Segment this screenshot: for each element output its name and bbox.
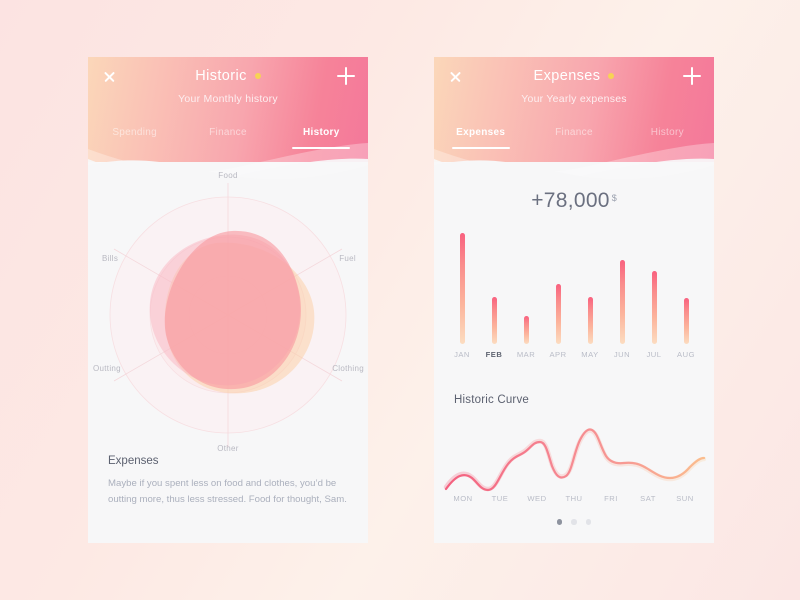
bar-label-feb: FEB [485, 350, 503, 359]
radar-axis-label-food: Food [218, 171, 238, 180]
historic-curve-title: Historic Curve [454, 394, 530, 406]
tab-finance-label: Finance [555, 127, 593, 138]
bar-label-may: MAY [581, 350, 599, 359]
bar-column-jan[interactable] [448, 227, 476, 344]
bar-label-aug: AUG [677, 350, 695, 359]
bar-feb [491, 297, 497, 344]
tab-expenses-label: Expenses [456, 127, 506, 138]
tab-finance[interactable]: Finance [527, 119, 620, 140]
bar-label-jan: JAN [454, 350, 470, 359]
bar-column-mar[interactable] [512, 227, 540, 344]
tab-history-label: History [303, 127, 340, 138]
bar-jan [459, 232, 465, 344]
page-subtitle: Your Monthly history [178, 93, 278, 105]
bar-chart-axis-labels: JAN FEB MAR APR MAY JUN JUL AUG [448, 350, 700, 359]
tab-history[interactable]: History [275, 119, 368, 140]
curve-label-wed: WED [527, 494, 547, 503]
status-dot-icon [254, 73, 261, 79]
total-amount-value: +78,000 [531, 189, 610, 212]
curve-label-fri: FRI [604, 494, 618, 503]
bar-mar [523, 315, 529, 344]
title-row: Historic [88, 68, 368, 84]
curve-label-sat: SAT [640, 494, 656, 503]
page-title: Historic [195, 68, 247, 84]
pagination-dot-3[interactable] [585, 519, 592, 525]
bar-label-mar: MAR [516, 350, 536, 359]
bar-column-may[interactable] [576, 227, 604, 344]
radar-axis-label-clothing: Clothing [332, 364, 364, 373]
total-amount: +78,000 $ [434, 189, 714, 213]
note-body: Maybe if you spent less on food and clot… [108, 478, 347, 505]
app-screenshot: Historic Your Monthly history Spending F… [0, 0, 800, 600]
tab-finance-label: Finance [209, 127, 247, 138]
title-row: Expenses [434, 68, 714, 84]
pagination-dots [434, 519, 714, 525]
curve-label-mon: MON [453, 494, 473, 503]
pagination-dot-1[interactable] [556, 519, 563, 525]
curve-label-thu: THU [565, 494, 583, 503]
bar-label-jul: JUL [646, 350, 662, 359]
bar-may [587, 297, 593, 344]
bar-jul [651, 271, 657, 344]
bar-apr [555, 284, 561, 344]
tab-history[interactable]: History [621, 119, 714, 140]
pagination-dot-2[interactable] [571, 519, 577, 525]
bar-column-apr[interactable] [544, 227, 572, 344]
radar-axis-label-bills: Bills [102, 254, 119, 263]
header-historic: Historic Your Monthly history Spending F… [88, 57, 368, 193]
bar-label-apr: APR [549, 350, 567, 359]
phone-card-historic: Historic Your Monthly history Spending F… [88, 57, 368, 543]
bar-aug [683, 298, 689, 344]
bar-column-jul[interactable] [640, 227, 668, 344]
radar-axis-label-fuel: Fuel [339, 254, 356, 263]
header-expenses: Expenses Your Yearly expenses Expenses F… [434, 57, 714, 193]
tab-spending-label: Spending [112, 127, 157, 138]
page-title: Expenses [533, 68, 601, 84]
tab-finance[interactable]: Finance [181, 119, 274, 140]
expenses-note: Expenses Maybe if you spent less on food… [108, 455, 351, 507]
radar-axis-label-other: Other [217, 444, 239, 453]
tab-history-label: History [650, 127, 684, 138]
total-amount-currency: $ [611, 192, 617, 203]
status-dot-icon [608, 73, 615, 79]
radar-axis-label-outting: Outting [93, 364, 121, 373]
page-subtitle: Your Yearly expenses [521, 93, 627, 105]
bar-label-jun: JUN [613, 350, 631, 359]
tab-expenses[interactable]: Expenses [434, 119, 527, 140]
curve-label-sun: SUN [676, 494, 694, 503]
phone-card-expenses: Expenses Your Yearly expenses Expenses F… [434, 57, 714, 543]
note-title: Expenses [108, 455, 159, 467]
bar-column-aug[interactable] [672, 227, 700, 344]
curve-axis-labels: MON TUE WED THU FRI SAT SUN [448, 494, 700, 503]
header-wave-decoration [434, 141, 714, 193]
bar-column-feb[interactable] [480, 227, 508, 344]
monthly-bar-chart [448, 227, 700, 344]
curve-label-tue: TUE [491, 494, 509, 503]
tab-spending[interactable]: Spending [88, 119, 181, 140]
bar-jun [619, 259, 625, 344]
bar-column-jun[interactable] [608, 227, 636, 344]
radar-chart: Food Fuel Clothing Other Outting Bills [88, 171, 368, 465]
